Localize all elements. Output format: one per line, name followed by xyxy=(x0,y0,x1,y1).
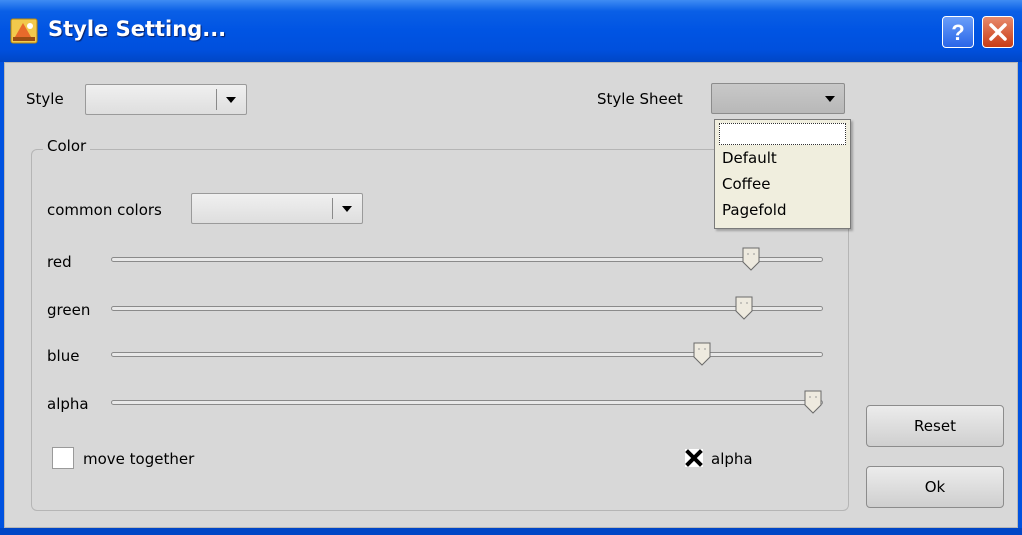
slider-red[interactable] xyxy=(111,257,823,262)
dropdown-item-empty[interactable] xyxy=(719,123,846,145)
title-bar[interactable]: Style Setting... ? xyxy=(0,0,1022,62)
slider-label-green: green xyxy=(47,301,91,319)
svg-text:?: ? xyxy=(951,20,964,45)
slider-handle-green[interactable] xyxy=(734,295,754,321)
dropdown-item-pagefold[interactable]: Pagefold xyxy=(722,201,786,219)
window-bottom-border xyxy=(0,528,1022,535)
alpha-check-label: alpha xyxy=(711,450,753,468)
move-together-checkbox[interactable] xyxy=(52,447,74,469)
style-sheet-label: Style Sheet xyxy=(597,90,683,108)
help-icon: ? xyxy=(951,20,964,45)
slider-green[interactable] xyxy=(111,306,823,311)
slider-label-blue: blue xyxy=(47,347,80,365)
combo-separator xyxy=(332,198,333,219)
style-setting-window: Style Setting... ? Style Style Sheet Col… xyxy=(0,0,1022,535)
dropdown-item-coffee[interactable]: Coffee xyxy=(722,175,770,193)
slider-label-red: red xyxy=(47,253,72,271)
slider-handle-blue[interactable] xyxy=(692,341,712,367)
alpha-checkbox[interactable] xyxy=(683,447,705,469)
style-sheet-dropdown-list: Default Coffee Pagefold xyxy=(714,119,851,229)
dropdown-item-default[interactable]: Default xyxy=(722,149,777,167)
combo-separator xyxy=(216,89,217,110)
style-app-icon xyxy=(10,18,38,44)
common-colors-label: common colors xyxy=(47,201,162,219)
chevron-down-icon xyxy=(825,96,835,102)
check-x-icon xyxy=(685,449,703,467)
style-combo[interactable] xyxy=(85,84,247,115)
close-icon xyxy=(989,23,1007,41)
close-button[interactable] xyxy=(982,16,1014,48)
color-group-title: Color xyxy=(43,137,91,155)
slider-blue[interactable] xyxy=(111,352,823,357)
slider-handle-alpha[interactable] xyxy=(803,389,823,415)
style-sheet-combo[interactable] xyxy=(711,83,845,114)
move-together-label: move together xyxy=(83,450,195,468)
style-label: Style xyxy=(26,90,64,108)
reset-button[interactable]: Reset xyxy=(866,405,1004,447)
common-colors-combo[interactable] xyxy=(191,193,363,224)
chevron-down-icon xyxy=(342,206,352,212)
help-button[interactable]: ? xyxy=(942,16,974,48)
dialog-client-area: Style Style Sheet Color common colors re… xyxy=(4,62,1018,528)
slider-alpha[interactable] xyxy=(111,400,823,405)
slider-handle-red[interactable] xyxy=(741,246,761,272)
chevron-down-icon xyxy=(226,97,236,103)
slider-label-alpha: alpha xyxy=(47,395,89,413)
window-title: Style Setting... xyxy=(48,17,227,41)
ok-button[interactable]: Ok xyxy=(866,466,1004,508)
